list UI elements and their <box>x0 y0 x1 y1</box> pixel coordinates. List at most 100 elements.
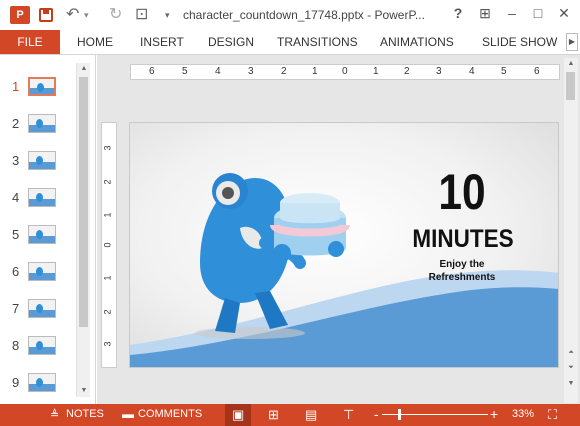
customize-toolbar-icon[interactable]: ▾ <box>165 10 170 21</box>
slide-number: 3 <box>12 153 20 168</box>
title-bar: P ↶ ▾ ↻ ⊡ ▾ character_countdown_17748.pp… <box>0 0 580 30</box>
slide-thumbnail[interactable]: 3 <box>0 145 80 175</box>
slide-subtitle-line1: Enjoy the <box>439 259 485 270</box>
character-illustration <box>195 173 350 339</box>
slide-thumbnail-image[interactable] <box>28 114 56 133</box>
ribbon-options-icon[interactable]: ⊞ <box>475 5 495 22</box>
tab-home[interactable]: HOME <box>77 30 113 54</box>
tab-insert[interactable]: INSERT <box>140 30 184 54</box>
vertical-ruler: 3 2 1 0 1 2 3 <box>101 122 117 368</box>
ruler-label: 0 <box>102 242 113 248</box>
slide-number: 9 <box>12 375 20 390</box>
countdown-number: 10 <box>438 164 486 220</box>
ruler-label: 1 <box>312 66 318 77</box>
slide-thumbnail-image[interactable] <box>28 225 56 244</box>
tab-design[interactable]: DESIGN <box>208 30 254 54</box>
thumbnail-scrollbar[interactable]: ▲ ▼ <box>76 63 90 397</box>
tab-transitions[interactable]: TRANSITIONS <box>277 30 358 54</box>
slide-thumbnail[interactable]: 2 <box>0 108 80 138</box>
slide-thumbnail[interactable]: 1 <box>0 71 80 101</box>
tab-slide-show[interactable]: SLIDE SHOW <box>482 30 557 54</box>
slide-number: 2 <box>12 116 20 131</box>
maximize-icon[interactable]: □ <box>528 5 548 21</box>
countdown-unit: MINUTES <box>412 225 514 253</box>
slide-thumbnail-image[interactable] <box>28 77 56 96</box>
fit-to-window-icon[interactable]: ⛶ <box>548 407 557 423</box>
slide-show-icon[interactable]: ⊤ <box>343 407 354 423</box>
scrollbar-thumb[interactable] <box>566 72 575 100</box>
present-from-beginning-icon[interactable]: ⊡ <box>135 4 148 24</box>
status-bar: ≜ NOTES ▬ COMMENTS ▣ ⊞ ▤ ⊤ - + 33% ⛶ <box>0 404 580 426</box>
scrollbar-thumb[interactable] <box>79 77 88 327</box>
save-icon[interactable] <box>39 8 53 22</box>
scroll-up-icon[interactable]: ▲ <box>564 58 578 70</box>
scroll-up-icon[interactable]: ▲ <box>77 63 91 75</box>
slide-number: 1 <box>12 79 20 94</box>
tab-animations[interactable]: ANIMATIONS <box>380 30 454 54</box>
slide-number: 7 <box>12 301 20 316</box>
scroll-down-page-icon[interactable]: ⏷ <box>564 362 578 374</box>
ruler-label: 4 <box>215 66 221 77</box>
slide-thumbnail-image[interactable] <box>28 188 56 207</box>
minimize-icon[interactable]: – <box>502 5 522 21</box>
ruler-label: 4 <box>469 66 475 77</box>
zoom-level[interactable]: 33% <box>512 408 534 420</box>
ruler-label: 3 <box>436 66 442 77</box>
zoom-slider-handle[interactable] <box>398 409 401 420</box>
slide-thumbnail-image[interactable] <box>28 336 56 355</box>
reading-view-icon[interactable]: ▤ <box>305 407 317 423</box>
comments-button[interactable]: COMMENTS <box>138 408 202 420</box>
slide-thumbnail[interactable]: 8 <box>0 330 80 360</box>
slide-subtitle-line2: Refreshments <box>428 272 496 283</box>
slide-number: 4 <box>12 190 20 205</box>
close-icon[interactable]: ✕ <box>554 5 574 22</box>
slide-thumbnail-image[interactable] <box>28 373 56 392</box>
horizontal-ruler: 6 5 4 3 2 1 0 1 2 3 4 5 6 <box>130 64 560 80</box>
ruler-label: 6 <box>534 66 540 77</box>
zoom-in-button[interactable]: + <box>490 406 498 422</box>
slide-thumbnail[interactable]: 9 <box>0 367 80 397</box>
slide-thumbnail[interactable]: 5 <box>0 219 80 249</box>
comments-icon[interactable]: ▬ <box>122 407 134 421</box>
ribbon-tabs: FILE HOME INSERT DESIGN TRANSITIONS ANIM… <box>0 30 580 54</box>
slide-number: 8 <box>12 338 20 353</box>
ruler-label: 6 <box>149 66 155 77</box>
slide-sorter-icon[interactable]: ⊞ <box>268 407 279 423</box>
ruler-label: 0 <box>342 66 348 77</box>
ruler-label: 3 <box>102 341 113 347</box>
slide-number: 6 <box>12 264 20 279</box>
scroll-down-icon[interactable]: ▼ <box>77 385 91 397</box>
normal-view-button[interactable]: ▣ <box>225 404 251 426</box>
slide-thumbnail-image[interactable] <box>28 151 56 170</box>
ruler-label: 5 <box>501 66 507 77</box>
normal-view-icon: ▣ <box>232 407 245 422</box>
ruler-label: 1 <box>373 66 379 77</box>
notes-icon[interactable]: ≜ <box>50 408 59 421</box>
document-title: character_countdown_17748.pptx - PowerP.… <box>183 8 425 22</box>
ruler-label: 2 <box>404 66 410 77</box>
undo-dropdown-icon[interactable]: ▾ <box>84 10 89 21</box>
notes-button[interactable]: NOTES <box>66 408 104 420</box>
slide-thumbnail-image[interactable] <box>28 299 56 318</box>
editor-scrollbar[interactable]: ▲ ⏶ ⏷ ▼ <box>564 58 578 403</box>
slide-thumbnail[interactable]: 7 <box>0 293 80 323</box>
redo-icon[interactable]: ↻ <box>109 4 122 24</box>
ruler-label: 5 <box>182 66 188 77</box>
ruler-label: 3 <box>248 66 254 77</box>
tab-scroll-right-icon[interactable]: ▶ <box>566 33 578 51</box>
tab-file[interactable]: FILE <box>0 30 60 54</box>
slide-thumbnail-image[interactable] <box>28 262 56 281</box>
ruler-label: 1 <box>102 275 113 281</box>
powerpoint-logo-icon[interactable]: P <box>10 6 30 24</box>
help-button[interactable]: ? <box>448 5 468 21</box>
slide-thumbnail-pane: 1 2 3 4 5 6 7 8 9 ▲ ▼ <box>0 55 96 404</box>
scroll-up-page-icon[interactable]: ⏶ <box>564 347 578 359</box>
undo-icon[interactable]: ↶ <box>66 4 79 24</box>
ruler-label: 2 <box>281 66 287 77</box>
zoom-out-button[interactable]: - <box>374 406 379 422</box>
slide-canvas[interactable]: 10 MINUTES Enjoy the Refreshments <box>129 122 559 368</box>
slide-thumbnail[interactable]: 4 <box>0 182 80 212</box>
ruler-label: 2 <box>102 179 113 185</box>
slide-thumbnail[interactable]: 6 <box>0 256 80 286</box>
scroll-down-icon[interactable]: ▼ <box>564 378 578 390</box>
